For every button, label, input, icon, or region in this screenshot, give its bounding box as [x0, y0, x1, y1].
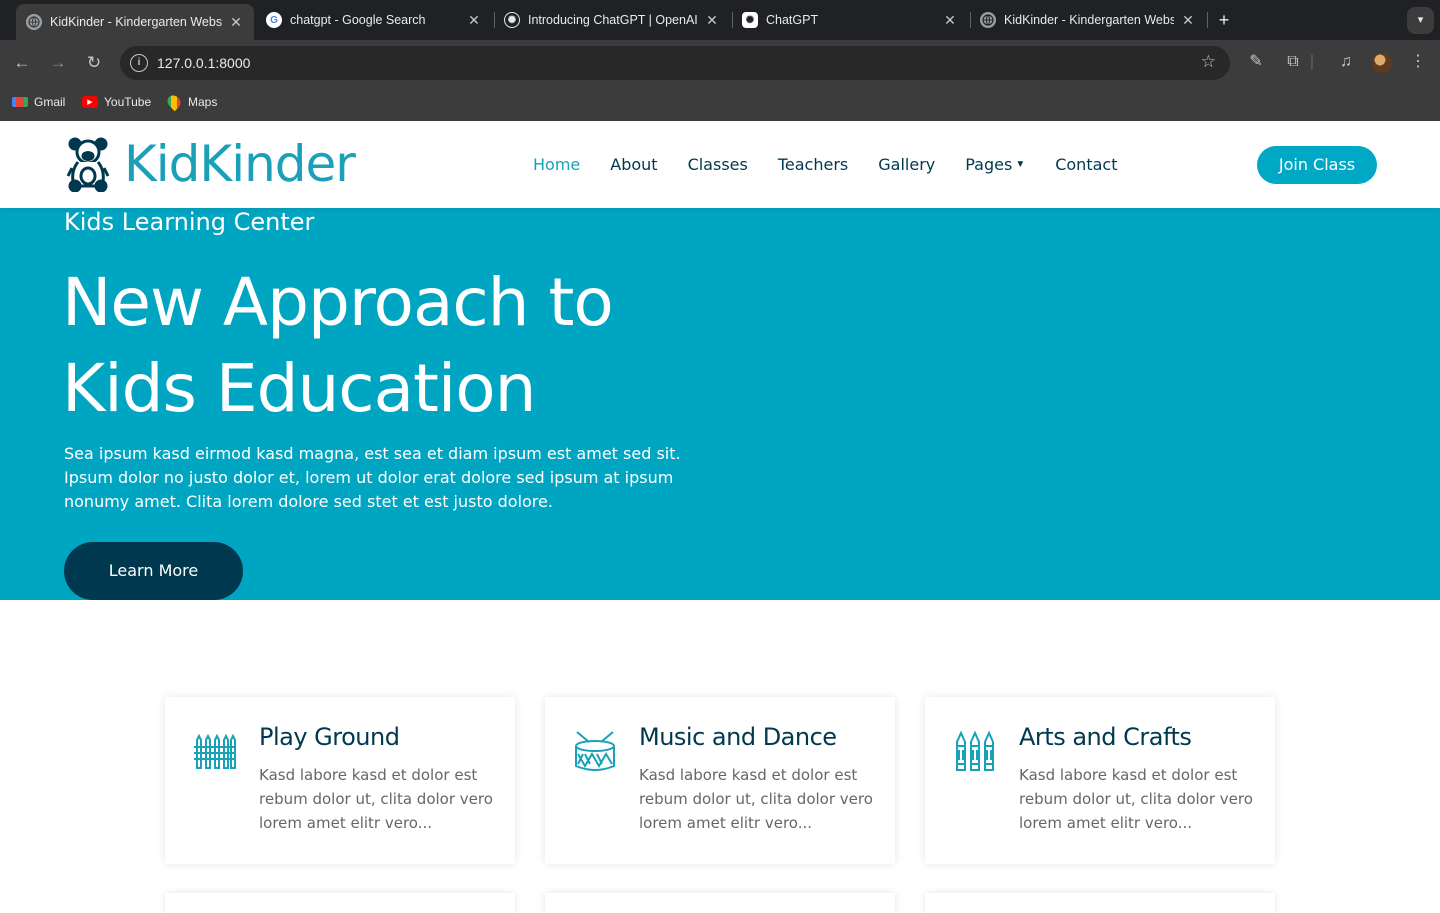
- bookmark-youtube[interactable]: ▶ YouTube: [82, 95, 151, 109]
- bookmark-gmail[interactable]: Gmail: [12, 95, 65, 109]
- url-text[interactable]: 127.0.0.1:8000: [157, 55, 250, 71]
- tab-title: ChatGPT: [766, 13, 819, 27]
- gmail-icon: [12, 97, 28, 107]
- address-bar[interactable]: i 127.0.0.1:8000 ☆: [120, 46, 1230, 80]
- feature-text: Kasd labore kasd et dolor est rebum dolo…: [1019, 766, 1253, 832]
- site-navbar: KidKinder Home About Classes Teachers Ga…: [0, 121, 1440, 208]
- reload-button[interactable]: ↻: [81, 50, 107, 76]
- close-icon[interactable]: ✕: [228, 14, 244, 31]
- drum-icon: [575, 731, 615, 771]
- hero-description: Sea ipsum kasd eirmod kasd magna, est se…: [64, 444, 681, 511]
- nav-contact[interactable]: Contact: [1055, 155, 1117, 174]
- bookmark-label: Gmail: [34, 95, 66, 109]
- openai-icon: ✺: [504, 12, 520, 28]
- tab-title: KidKinder - Kindergarten Website: [50, 15, 222, 29]
- feature-card-partial: [545, 893, 895, 913]
- chevron-down-icon: ▾: [1417, 14, 1424, 26]
- feature-card: Arts and Crafts Kasd labore kasd et dolo…: [925, 697, 1275, 864]
- arrow-left-icon: ←: [13, 53, 31, 72]
- hero-subtitle: Kids Learning Center: [64, 208, 315, 236]
- openai-icon: ✺: [742, 12, 758, 28]
- feature-title: Music and Dance: [639, 723, 837, 751]
- browser-tab-chatgpt[interactable]: ✺ ChatGPT ✕: [732, 6, 968, 34]
- globe-icon: [26, 14, 42, 30]
- avatar[interactable]: [1372, 53, 1392, 73]
- hero-section: Kids Learning Center New Approach to Kid…: [0, 208, 1440, 600]
- crayons-icon: [956, 730, 994, 771]
- tab-title: Introducing ChatGPT | OpenAI: [528, 13, 698, 27]
- browser-tab-openai[interactable]: ✺ Introducing ChatGPT | OpenAI ✕: [494, 6, 730, 34]
- youtube-icon: ▶: [82, 96, 98, 108]
- hero-title: New Approach to Kids Education: [62, 260, 762, 432]
- browser-tab-strip: KidKinder - Kindergarten Website ✕ G cha…: [0, 0, 1440, 40]
- browser-tab-google[interactable]: G chatgpt - Google Search ✕: [256, 6, 492, 34]
- nav-teachers[interactable]: Teachers: [778, 155, 848, 174]
- nav-gallery[interactable]: Gallery: [878, 155, 935, 174]
- feature-title: Arts and Crafts: [1019, 723, 1192, 751]
- hero-title-line: New Approach to: [62, 264, 614, 341]
- feature-card-partial: [925, 893, 1275, 913]
- caret-down-icon: ▼: [1015, 159, 1026, 170]
- tab-divider: [1207, 12, 1208, 28]
- main-menu: Home About Classes Teachers Gallery Page…: [533, 155, 1117, 174]
- maps-icon: [164, 92, 184, 112]
- tab-title: chatgpt - Google Search: [290, 13, 426, 27]
- tab-search-button[interactable]: ▾: [1407, 7, 1434, 34]
- new-tab-button[interactable]: +: [1212, 8, 1236, 32]
- close-icon[interactable]: ✕: [942, 12, 958, 29]
- fence-icon: [194, 733, 236, 769]
- close-icon[interactable]: ✕: [704, 12, 720, 29]
- close-icon[interactable]: ✕: [466, 12, 482, 29]
- brand-name: KidKinder: [124, 135, 356, 193]
- globe-icon: [980, 12, 996, 28]
- more-menu-icon[interactable]: ⋮: [1406, 50, 1430, 74]
- nav-home[interactable]: Home: [533, 155, 580, 174]
- extensions-icon[interactable]: ⧉: [1281, 50, 1305, 74]
- tab-title: KidKinder - Kindergarten Website: [1004, 13, 1174, 27]
- teddy-bear-icon: [66, 137, 110, 192]
- eyedropper-icon[interactable]: ✎: [1244, 50, 1268, 74]
- reload-icon: ↻: [86, 53, 102, 72]
- learn-more-button[interactable]: Learn More: [64, 542, 243, 600]
- site-info-icon[interactable]: i: [130, 54, 148, 72]
- bookmark-label: YouTube: [104, 95, 152, 109]
- media-control-icon[interactable]: ♫: [1334, 50, 1358, 74]
- nav-pages-dropdown[interactable]: Pages ▼: [965, 155, 1025, 174]
- brand-logo[interactable]: KidKinder: [66, 135, 356, 193]
- feature-text: Kasd labore kasd et dolor est rebum dolo…: [639, 766, 873, 832]
- close-icon[interactable]: ✕: [1180, 12, 1196, 29]
- nav-classes[interactable]: Classes: [688, 155, 748, 174]
- bookmark-maps[interactable]: Maps: [164, 92, 218, 112]
- feature-card: Music and Dance Kasd labore kasd et dolo…: [545, 697, 895, 864]
- google-icon: G: [266, 12, 282, 28]
- feature-card: Play Ground Kasd labore kasd et dolor es…: [165, 697, 515, 864]
- join-class-button[interactable]: Join Class: [1257, 146, 1377, 184]
- feature-text: Kasd labore kasd et dolor est rebum dolo…: [259, 766, 493, 832]
- feature-title: Play Ground: [259, 723, 400, 751]
- arrow-right-icon: →: [49, 53, 67, 72]
- bookmark-star-icon[interactable]: ☆: [1201, 52, 1216, 72]
- back-button[interactable]: ←: [9, 50, 35, 76]
- bookmark-label: Maps: [188, 95, 218, 109]
- feature-card-partial: [165, 893, 515, 913]
- toolbar-divider: |: [1309, 53, 1315, 70]
- browser-tab-kidkinder-2[interactable]: KidKinder - Kindergarten Website ✕: [970, 6, 1206, 34]
- forward-button[interactable]: →: [45, 50, 71, 76]
- nav-about[interactable]: About: [610, 155, 657, 174]
- browser-tab-kidkinder[interactable]: KidKinder - Kindergarten Website ✕: [16, 4, 254, 40]
- bookmarks-bar: Gmail ▶ YouTube Maps: [0, 85, 1440, 121]
- browser-toolbar: ← → ↻ i 127.0.0.1:8000 ☆ ✎ ⧉ | ♫ ⋮: [0, 40, 1440, 85]
- hero-title-line: Kids Education: [62, 350, 536, 427]
- nav-pages[interactable]: Pages: [965, 155, 1012, 174]
